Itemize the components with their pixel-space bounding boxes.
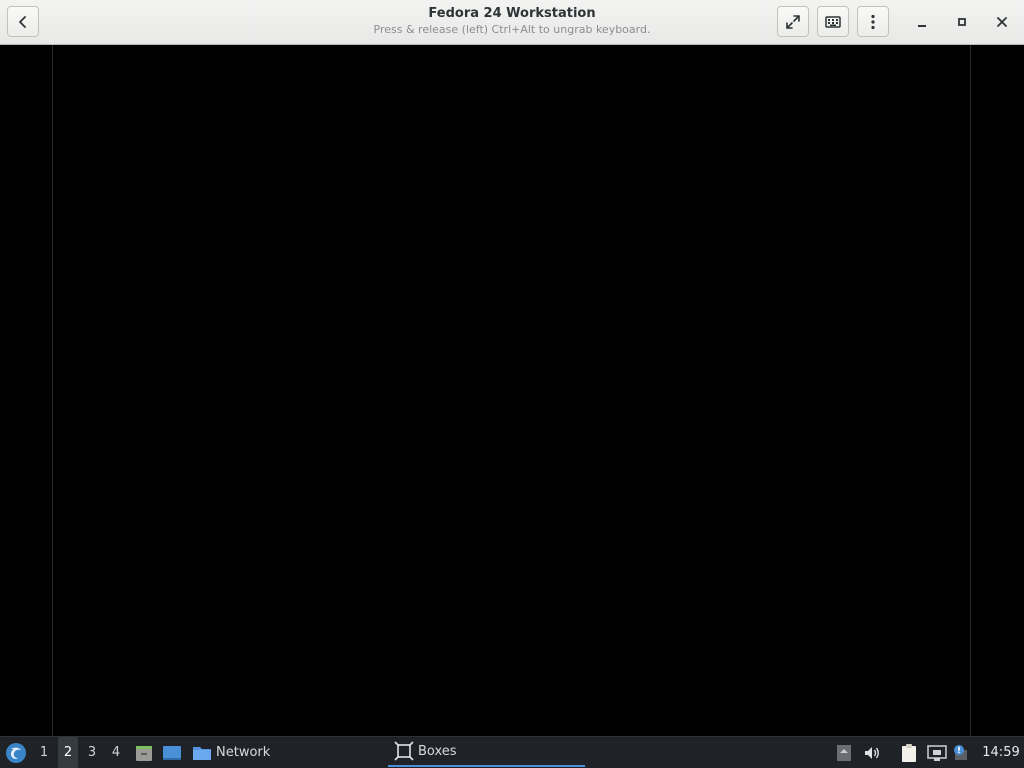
tray-notification-area[interactable] [834,737,854,768]
clipboard-icon [902,743,916,762]
title-block: Fedora 24 Workstation Press & release (l… [300,5,724,37]
keyboard-button[interactable] [817,6,849,37]
vertical-dots-icon [871,14,875,29]
task-boxes[interactable]: Boxes [388,737,585,767]
notification-icon [837,744,851,761]
show-desktop-launcher[interactable] [160,737,184,768]
volume-icon [865,746,879,759]
vm-display-area[interactable] [0,45,1024,736]
desktop-icon [163,745,181,760]
folder-icon [193,746,211,760]
minimize-button[interactable] [910,10,934,34]
tray-updates[interactable] [952,737,970,768]
boxes-app-icon [394,741,414,761]
header-bar: Fedora 24 Workstation Press & release (l… [0,0,1024,45]
taskbar: 1 2 3 4 Network Boxes 14:59 [0,736,1024,768]
back-button[interactable] [7,6,39,37]
fullscreen-icon [786,14,800,29]
task-boxes-label: Boxes [418,743,457,759]
fullscreen-button[interactable] [777,6,809,37]
close-button[interactable] [990,10,1014,34]
back-icon [19,15,26,28]
task-network-label: Network [216,745,271,760]
task-network[interactable]: Network [192,737,292,768]
tray-clipboard[interactable] [898,737,920,768]
workspace-2[interactable]: 2 [58,737,78,768]
tray-volume[interactable] [862,737,882,768]
maximize-button[interactable] [950,10,974,34]
start-menu-button[interactable] [3,737,29,768]
tray-network[interactable] [926,737,948,768]
file-cabinet-icon [136,745,152,761]
clock[interactable]: 14:59 [980,737,1022,768]
distro-logo-icon [6,742,26,763]
workspace-1[interactable]: 1 [34,737,54,768]
keyboard-icon [825,15,841,28]
menu-button[interactable] [857,6,889,37]
wired-network-icon [927,744,947,761]
vm-screen[interactable] [52,45,971,736]
minimize-icon [918,25,926,27]
maximize-icon [958,18,966,26]
workspace-4[interactable]: 4 [106,737,126,768]
close-icon [997,17,1007,27]
workspace-3[interactable]: 3 [82,737,102,768]
window-title: Fedora 24 Workstation [428,6,596,21]
window-subtitle: Press & release (left) Ctrl+Alt to ungra… [373,23,651,36]
file-manager-launcher[interactable] [132,737,156,768]
update-notification-icon [954,744,967,760]
